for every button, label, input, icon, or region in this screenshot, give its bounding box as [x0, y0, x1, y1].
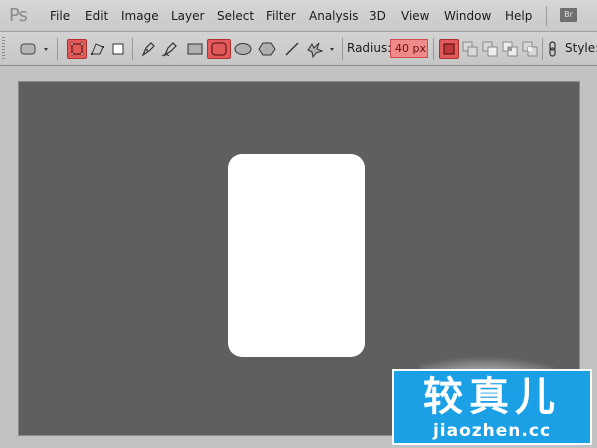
subtract-shape-area-button[interactable]	[480, 39, 500, 59]
subtract-shape-area-icon	[482, 41, 498, 57]
shape-layers-icon	[70, 42, 84, 56]
style-label: Style:	[565, 41, 597, 55]
ellipse-tool-button[interactable]	[233, 39, 253, 59]
link-icon	[549, 41, 556, 57]
intersect-shape-area-button[interactable]	[500, 39, 520, 59]
app-logo: Ps	[9, 5, 28, 26]
menu-3d[interactable]: 3D	[369, 9, 386, 23]
line-tool-button[interactable]	[282, 39, 302, 59]
menu-select[interactable]: Select	[217, 9, 254, 23]
watermark-logo: 较真儿 jiaozhen.cc	[392, 369, 592, 445]
polygon-tool-button[interactable]	[257, 39, 277, 59]
shape-layers-button[interactable]	[67, 39, 87, 59]
pen-icon	[141, 42, 155, 57]
rounded-rect-preset-icon	[20, 43, 48, 55]
menu-help[interactable]: Help	[505, 9, 532, 23]
watermark-chinese-text: 较真儿	[423, 374, 561, 420]
polygon-icon	[258, 42, 276, 56]
ellipse-icon	[234, 43, 252, 55]
pen-tool-button[interactable]	[138, 39, 158, 59]
options-bar	[0, 32, 597, 66]
menu-analysis[interactable]: Analysis	[309, 9, 358, 23]
menu-image[interactable]: Image	[121, 9, 159, 23]
custom-shape-icon	[307, 42, 334, 59]
paths-icon	[91, 43, 104, 55]
radius-label: Radius:	[347, 41, 392, 55]
radius-input[interactable]: 40 px	[390, 39, 428, 58]
options-grip[interactable]	[2, 37, 5, 61]
watermark-url: jiaozhen.cc	[432, 421, 552, 441]
menu-edit[interactable]: Edit	[85, 9, 108, 23]
link-style-button[interactable]	[546, 39, 560, 59]
divider	[342, 38, 343, 60]
rounded-rectangle-shape[interactable]	[228, 154, 365, 357]
rectangle-tool-button[interactable]	[185, 39, 205, 59]
menu-divider	[546, 6, 547, 26]
rounded-rectangle-icon	[211, 42, 227, 56]
paths-button[interactable]	[88, 39, 108, 59]
freeform-pen-button[interactable]	[160, 39, 180, 59]
add-shape-area-icon	[462, 41, 478, 57]
divider	[433, 38, 434, 60]
rectangle-icon	[187, 43, 203, 55]
menu-bar: Ps File Edit Image Layer Select Filter A…	[0, 0, 597, 32]
divider	[57, 38, 58, 60]
rounded-rectangle-tool-button[interactable]	[207, 39, 231, 59]
create-new-shape-button[interactable]	[439, 39, 459, 59]
line-icon	[285, 42, 299, 56]
new-shape-area-icon	[443, 43, 455, 55]
divider	[542, 38, 543, 60]
menu-layer[interactable]: Layer	[171, 9, 204, 23]
fill-pixels-icon	[112, 43, 124, 55]
menu-file[interactable]: File	[50, 9, 70, 23]
menu-window[interactable]: Window	[444, 9, 491, 23]
fill-pixels-button[interactable]	[108, 39, 128, 59]
menu-filter[interactable]: Filter	[266, 9, 296, 23]
divider	[132, 38, 133, 60]
tool-preset-picker[interactable]	[17, 39, 51, 59]
exclude-overlap-button[interactable]	[520, 39, 540, 59]
custom-shape-tool-button[interactable]	[305, 39, 339, 59]
add-shape-area-button[interactable]	[460, 39, 480, 59]
intersect-shape-area-icon	[502, 41, 518, 57]
exclude-overlap-icon	[522, 41, 538, 57]
menu-view[interactable]: View	[401, 9, 429, 23]
freeform-pen-icon	[161, 42, 177, 57]
bridge-button[interactable]: Br	[560, 8, 577, 22]
